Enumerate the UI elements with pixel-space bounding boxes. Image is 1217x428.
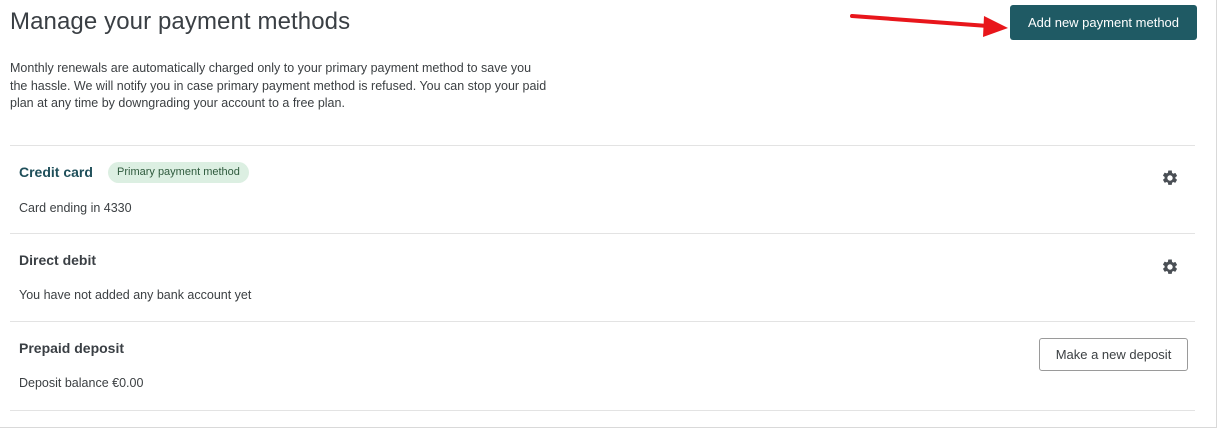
primary-badge: Primary payment method xyxy=(108,162,249,183)
payment-description: Monthly renewals are automatically charg… xyxy=(10,61,547,110)
page-title: Manage your payment methods xyxy=(10,8,351,35)
annotation-arrow-icon xyxy=(850,14,1008,37)
divider xyxy=(10,145,1195,146)
method-detail: Card ending in 4330 xyxy=(19,201,132,215)
divider xyxy=(10,233,1195,234)
method-detail: You have not added any bank account yet xyxy=(19,288,252,302)
gear-icon[interactable] xyxy=(1161,169,1179,187)
add-payment-method-button[interactable]: Add new payment method xyxy=(1010,5,1197,40)
method-name: Credit card xyxy=(19,164,93,180)
deposit-balance: Deposit balance €0.00 xyxy=(19,376,144,390)
gear-icon[interactable] xyxy=(1161,258,1179,276)
method-name: Prepaid deposit xyxy=(19,340,125,356)
divider xyxy=(10,410,1195,411)
method-name: Direct debit xyxy=(19,252,97,268)
payment-methods-page: Manage your payment methods Add new paym… xyxy=(0,0,1217,428)
divider xyxy=(10,321,1195,322)
make-deposit-button[interactable]: Make a new deposit xyxy=(1039,338,1188,371)
